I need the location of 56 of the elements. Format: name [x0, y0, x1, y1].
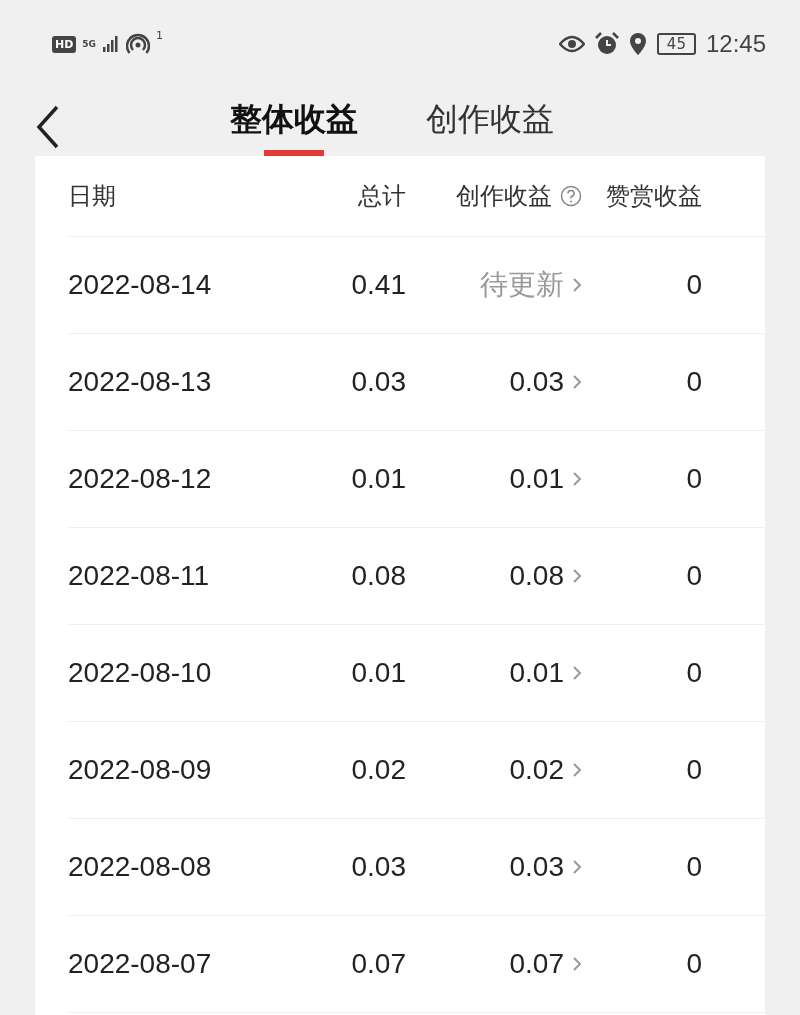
date-cell-text: 2022-08-09 [68, 754, 213, 786]
column-header: 赞赏收益 [605, 181, 702, 212]
tips-cell-text: 0 [685, 657, 702, 689]
date-cell-text: 2022-08-12 [68, 463, 213, 495]
tips-cell-text: 0 [685, 754, 702, 786]
tips-cell-text: 0 [685, 366, 702, 398]
date-cell-text: 2022-08-13 [68, 366, 213, 398]
location-icon [628, 32, 647, 56]
total-cell-text: 0.01 [350, 463, 406, 495]
creation-earnings-link[interactable]: 0.01 [509, 657, 564, 689]
chevron-icon [572, 955, 582, 973]
total-cell-text: 0.03 [350, 851, 406, 883]
total-cell-text: 0.08 [350, 560, 406, 592]
tips-cell-text: 0 [685, 560, 702, 592]
total-cell-text: 0.02 [350, 754, 406, 786]
creation-earnings-link[interactable]: 0.07 [509, 948, 564, 980]
date-cell-text: 2022-08-10 [68, 657, 213, 689]
clock-time: 12:45 [705, 30, 766, 58]
tips-cell-text: 0 [685, 851, 702, 883]
date-cell-text: 2022-08-08 [68, 851, 213, 883]
creation-earnings-link[interactable]: 0.03 [509, 851, 564, 883]
column-header: 总计 [357, 181, 406, 212]
creation-earnings-link[interactable]: 0.01 [509, 463, 564, 495]
creation-earnings-link[interactable]: 0.02 [509, 754, 564, 786]
creation-earnings-link[interactable]: 0.03 [509, 366, 564, 398]
hotspot-count: 1 [156, 29, 163, 42]
chevron-icon [572, 664, 582, 682]
chevron-icon [572, 276, 582, 294]
chevron-icon [572, 373, 582, 391]
date-cell-text: 2022-08-14 [68, 269, 213, 301]
tab[interactable]: 创作收益 [426, 98, 554, 156]
network-label: 5G [82, 39, 96, 49]
eye-icon [558, 35, 585, 53]
chevron-icon [572, 858, 582, 876]
battery-indicator: 45 [656, 33, 696, 55]
hd-badge: HD [52, 35, 77, 53]
hotspot-icon [126, 33, 150, 55]
chevron-icon [572, 761, 582, 779]
total-cell-text: 0.41 [350, 269, 406, 301]
column-header: 日期 [68, 181, 117, 212]
column-header: 创作收益 [456, 181, 552, 212]
signal-icon [102, 35, 120, 53]
tips-cell-text: 0 [685, 463, 702, 495]
back-icon[interactable] [36, 105, 60, 149]
tips-cell-text: 0 [685, 269, 702, 301]
alarm-icon [594, 32, 619, 56]
date-cell-text: 2022-08-11 [68, 560, 211, 592]
chevron-icon [572, 567, 582, 585]
creation-earnings-link[interactable]: 0.08 [509, 560, 564, 592]
total-cell-text: 0.07 [350, 948, 406, 980]
total-cell-text: 0.03 [350, 366, 406, 398]
help-icon[interactable] [560, 185, 582, 207]
date-cell-text: 2022-08-07 [68, 948, 213, 980]
total-cell-text: 0.01 [350, 657, 406, 689]
tips-cell-text: 0 [685, 948, 702, 980]
chevron-icon [572, 470, 582, 488]
